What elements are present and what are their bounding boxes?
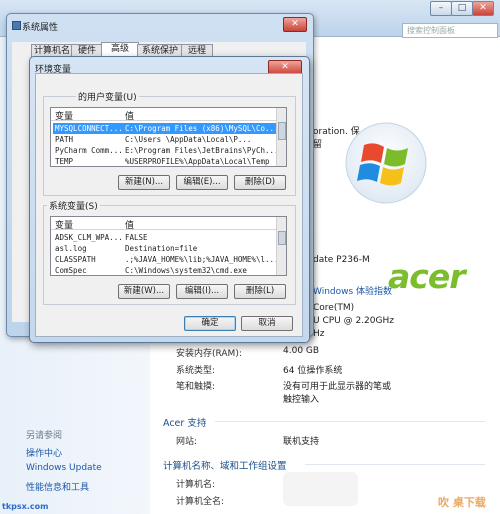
user-delete-button[interactable]: 删除(D)	[234, 175, 286, 190]
cpu-fragment-3: Hz	[313, 329, 325, 339]
system-variables-label: 系统变量(S)	[47, 199, 100, 212]
scrollbar[interactable]	[276, 217, 286, 275]
ok-button[interactable]: 确定	[184, 316, 236, 331]
pen-touch-value: 没有可用于此显示器的笔或	[283, 382, 392, 392]
close-button[interactable]: ✕	[283, 17, 307, 32]
user-variables-list[interactable]: 变量 值 MYSQLCONNECT... C:\Program Files (x…	[50, 107, 287, 167]
model-fragment: date P236-M	[313, 255, 370, 265]
full-computer-name-label: 计算机全名:	[176, 497, 225, 507]
copyright-fragment-2: 留	[313, 140, 323, 150]
minimize-button[interactable]: –	[430, 1, 452, 16]
column-header-value[interactable]: 值	[125, 109, 134, 122]
pen-touch-value-2: 触控输入	[283, 395, 320, 405]
column-header-value[interactable]: 值	[125, 218, 134, 231]
system-edit-button[interactable]: 编辑(I)...	[176, 284, 228, 299]
column-header-variable[interactable]: 变量	[55, 218, 73, 231]
acer-logo: acer	[388, 257, 465, 296]
computer-icon	[12, 21, 21, 30]
see-also-heading: 另请参阅	[26, 431, 63, 441]
user-edit-button[interactable]: 编辑(E)...	[176, 175, 228, 190]
link-performance-tools[interactable]: 性能信息和工具	[26, 480, 89, 493]
pen-touch-label: 笔和触摸:	[176, 382, 216, 392]
link-action-center[interactable]: 操作中心	[26, 446, 62, 459]
table-row[interactable]: PyCharm Comm... E:\Program Files\JetBrai…	[53, 145, 278, 156]
user-variables-label: 的用户变量(U)	[76, 90, 139, 103]
table-row[interactable]: CLASSPATH .;%JAVA_HOME%\lib;%JAVA_HOME%\…	[53, 254, 278, 265]
cpu-fragment-1: Core(TM)	[313, 303, 355, 313]
computer-name-label: 计算机名:	[176, 480, 216, 490]
redacted-computer-name	[283, 472, 358, 506]
online-support-link[interactable]: 联机支持	[283, 434, 319, 447]
search-placeholder: 搜索控制面板	[407, 26, 455, 35]
system-new-button[interactable]: 新建(W)...	[118, 284, 170, 299]
scrollbar[interactable]	[276, 108, 286, 166]
ram-label: 安装内存(RAM):	[176, 349, 242, 359]
divider	[305, 464, 485, 465]
system-delete-button[interactable]: 删除(L)	[234, 284, 286, 299]
system-type-value: 64 位操作系统	[283, 366, 343, 376]
table-row[interactable]: MYSQLCONNECT... C:\Program Files (x86)\M…	[53, 123, 278, 134]
link-windows-update[interactable]: Windows Update	[26, 463, 102, 473]
windows-logo-icon	[345, 122, 427, 204]
close-button[interactable]: ✕	[472, 1, 494, 16]
user-new-button[interactable]: 新建(N)...	[118, 175, 170, 190]
table-row[interactable]: PATH C:\Users \AppData\Local\P...	[53, 134, 278, 145]
table-row[interactable]: asl.log Destination=file	[53, 243, 278, 254]
ram-value: 4.00 GB	[283, 346, 320, 356]
divider	[215, 421, 485, 422]
cancel-button[interactable]: 取消	[241, 316, 293, 331]
cpu-fragment-2: U CPU @ 2.20GHz	[313, 316, 394, 326]
experience-index-link[interactable]: Windows 体验指数	[313, 284, 392, 297]
watermark-left: tkpsx.com	[2, 502, 49, 511]
table-row[interactable]: ComSpec C:\Windows\system32\cmd.exe	[53, 265, 278, 275]
system-properties-title: 系统属性	[22, 23, 59, 33]
watermark-right: 吹 桌下载	[438, 496, 486, 509]
system-type-label: 系统类型:	[176, 366, 216, 376]
computer-name-section-heading: 计算机名称、域和工作组设置	[163, 461, 287, 472]
maximize-button[interactable]: □	[451, 1, 473, 16]
table-row[interactable]: ADSK_CLM_WPA... FALSE	[53, 232, 278, 243]
search-input[interactable]: 搜索控制面板	[402, 23, 498, 38]
acer-support-heading: Acer 支持	[163, 418, 207, 429]
table-row[interactable]: TEMP %USERPROFILE%\AppData\Local\Temp	[53, 156, 278, 166]
column-header-variable[interactable]: 变量	[55, 109, 73, 122]
website-label: 网站:	[176, 437, 198, 447]
system-variables-list[interactable]: 变量 值 ADSK_CLM_WPA... FALSE asl.log Desti…	[50, 216, 287, 276]
